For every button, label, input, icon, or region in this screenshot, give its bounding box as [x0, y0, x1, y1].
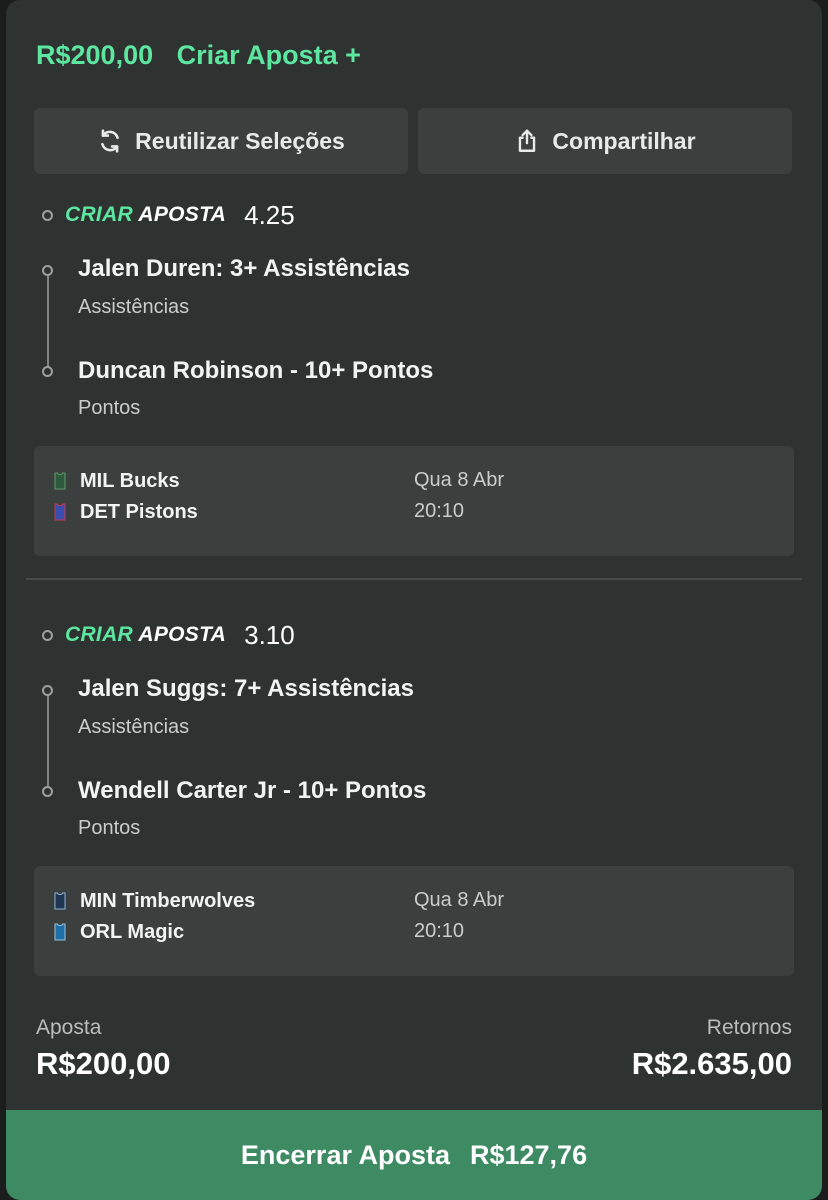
jersey-icon	[54, 472, 66, 490]
create-bet-link[interactable]: Criar Aposta +	[177, 40, 361, 70]
criar-aposta-logo: CRIAR APOSTA	[65, 203, 227, 226]
share-button[interactable]: Compartilhar	[418, 108, 792, 174]
timeline-line	[47, 270, 49, 371]
timeline-dot	[42, 209, 53, 221]
bet-head: CRIAR APOSTA 3.10	[42, 620, 295, 650]
team-away: ORL Magic	[54, 920, 184, 944]
cash-out-amount: R$127,76	[469, 1139, 588, 1170]
share-icon	[514, 128, 540, 154]
game-info-panel[interactable]: MIL Bucks DET Pistons Qua 8 Abr 20:10	[34, 446, 794, 556]
divider	[26, 578, 802, 580]
refresh-icon	[97, 128, 123, 154]
game-info-panel[interactable]: MIN Timberwolves ORL Magic Qua 8 Abr 20:…	[34, 866, 794, 976]
returns-value: R$2.635,00	[631, 1046, 792, 1081]
timeline-dot	[42, 685, 53, 696]
timeline-dot	[42, 265, 53, 276]
timeline-line	[47, 690, 49, 791]
game-date: Qua 8 Abr	[414, 469, 505, 491]
criar-aposta-logo: CRIAR APOSTA	[65, 623, 227, 646]
stake-value: R$200,00	[36, 1046, 171, 1081]
selection-title: Duncan Robinson - 10+ Pontos	[78, 357, 434, 384]
timeline-dot	[42, 786, 53, 797]
timeline-dot	[42, 629, 53, 641]
bet-odds: 4.25	[244, 199, 295, 230]
jersey-icon	[54, 892, 66, 910]
game-date: Qua 8 Abr	[414, 889, 505, 911]
bet-header: R$200,00 Criar Aposta +	[36, 40, 361, 71]
cash-out-button[interactable]: Encerrar Aposta R$127,76	[6, 1110, 822, 1200]
team-home: MIL Bucks	[54, 469, 180, 493]
jersey-icon	[54, 503, 66, 521]
returns-label: Retornos	[706, 1016, 792, 1039]
header-stake: R$200,00	[36, 40, 154, 70]
cash-out-label: Encerrar Aposta	[240, 1139, 450, 1170]
stake-label: Aposta	[36, 1016, 102, 1039]
team-away: DET Pistons	[54, 500, 198, 524]
selection-market: Assistências	[78, 296, 190, 318]
timeline-dot	[42, 366, 53, 377]
bet-odds: 3.10	[244, 619, 295, 650]
selection-market: Pontos	[78, 397, 141, 419]
selection-title: Jalen Suggs: 7+ Assistências	[78, 675, 414, 702]
selection-title: Wendell Carter Jr - 10+ Pontos	[78, 777, 427, 804]
reuse-selections-button[interactable]: Reutilizar Seleções	[34, 108, 408, 174]
bet-head: CRIAR APOSTA 4.25	[42, 200, 295, 230]
reuse-selections-label: Reutilizar Seleções	[135, 127, 345, 154]
bet-card: R$200,00 Criar Aposta + Reutilizar Seleç…	[6, 0, 822, 1200]
selection-market: Pontos	[78, 817, 141, 839]
selection-market: Assistências	[78, 716, 190, 738]
team-home: MIN Timberwolves	[54, 889, 255, 913]
jersey-icon	[54, 923, 66, 941]
game-time: 20:10	[414, 920, 465, 942]
game-time: 20:10	[414, 500, 465, 522]
share-label: Compartilhar	[552, 127, 696, 154]
selection-title: Jalen Duren: 3+ Assistências	[78, 255, 410, 282]
